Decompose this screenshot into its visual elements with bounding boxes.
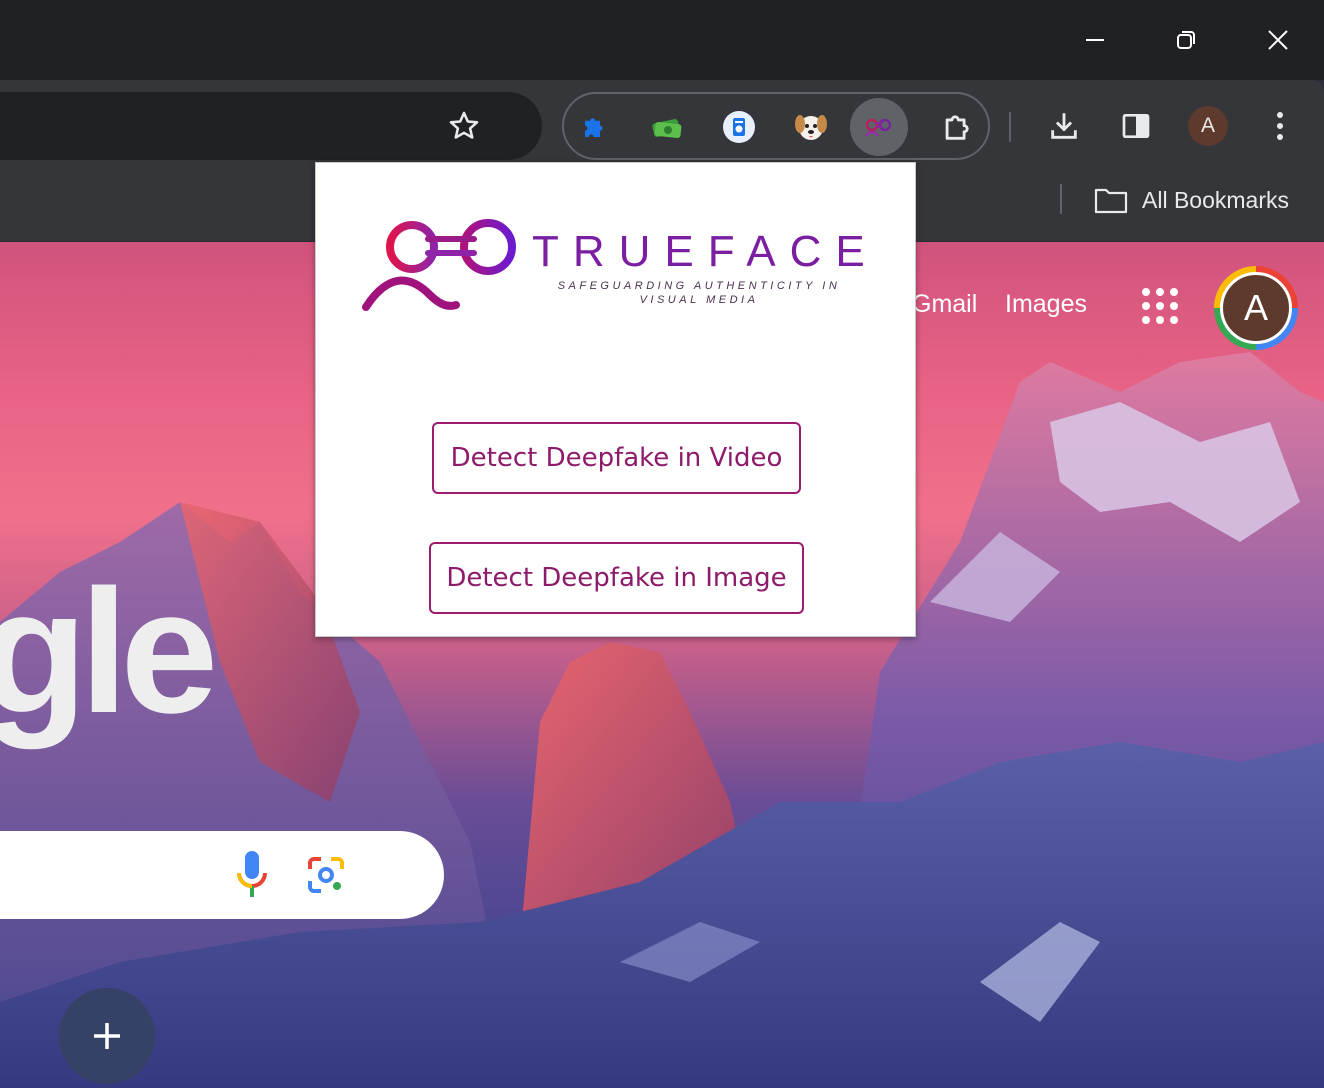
all-bookmarks-label: All Bookmarks bbox=[1142, 186, 1289, 213]
microphone-icon[interactable] bbox=[232, 847, 272, 903]
close-button[interactable] bbox=[1256, 18, 1300, 62]
downloads-button[interactable] bbox=[1042, 104, 1086, 148]
minimize-button[interactable] bbox=[1073, 18, 1117, 62]
trueface-brand: TRUEFACE SAFEGUARDING AUTHENTICITY IN VI… bbox=[362, 217, 882, 313]
document-scan-icon bbox=[723, 111, 755, 143]
trueface-tagline: SAFEGUARDING AUTHENTICITY IN VISUAL MEDI… bbox=[554, 279, 844, 307]
google-account-avatar[interactable]: A bbox=[1214, 266, 1298, 350]
extension-dog[interactable] bbox=[782, 98, 840, 156]
google-apps-icon[interactable] bbox=[1140, 286, 1180, 326]
images-link[interactable]: Images bbox=[1005, 290, 1087, 319]
plus-icon bbox=[94, 1023, 120, 1049]
browser-menu-button[interactable] bbox=[1258, 104, 1302, 148]
tagline-line-1: SAFEGUARDING AUTHENTICITY IN bbox=[557, 280, 841, 292]
trueface-icon bbox=[865, 118, 892, 137]
dog-face-icon bbox=[795, 115, 827, 140]
puzzle-blue-icon bbox=[585, 118, 603, 137]
pinned-extensions bbox=[562, 92, 990, 160]
gmail-link[interactable]: Gmail bbox=[912, 290, 977, 319]
star-outline-icon bbox=[449, 111, 479, 139]
restore-button[interactable] bbox=[1164, 18, 1208, 62]
trueface-logo-icon bbox=[362, 219, 516, 311]
trueface-brand-name: TRUEFACE bbox=[532, 227, 879, 276]
google-logo: gle bbox=[0, 554, 218, 750]
extensions-menu-button[interactable] bbox=[928, 98, 986, 156]
account-avatar-letter: A bbox=[1220, 272, 1292, 344]
extension-trueface[interactable] bbox=[850, 98, 908, 156]
profile-avatar[interactable]: A bbox=[1188, 106, 1228, 146]
minimize-icon bbox=[1086, 39, 1104, 41]
toolbar-separator bbox=[1009, 112, 1011, 142]
money-stack-icon bbox=[652, 119, 682, 139]
close-icon bbox=[1268, 30, 1288, 50]
bookmarks-separator bbox=[1060, 184, 1062, 214]
extensions-puzzle-icon bbox=[945, 115, 969, 140]
search-box[interactable] bbox=[0, 831, 444, 919]
browser-toolbar: A bbox=[0, 80, 1324, 172]
window-titlebar bbox=[0, 0, 1324, 80]
restore-icon bbox=[1177, 31, 1195, 49]
add-shortcut-button[interactable] bbox=[59, 988, 155, 1084]
google-lens-icon[interactable] bbox=[306, 855, 346, 895]
detect-deepfake-video-button[interactable]: Detect Deepfake in Video bbox=[432, 422, 801, 494]
detect-deepfake-image-button[interactable]: Detect Deepfake in Image bbox=[429, 542, 804, 614]
kebab-menu-icon bbox=[1277, 112, 1283, 140]
extension-document-scan[interactable] bbox=[710, 98, 768, 156]
side-panel-button[interactable] bbox=[1114, 104, 1158, 148]
download-icon bbox=[1051, 113, 1077, 139]
side-panel-icon bbox=[1122, 114, 1150, 138]
folder-icon bbox=[1094, 188, 1128, 214]
address-bar[interactable] bbox=[0, 92, 542, 160]
all-bookmarks-button[interactable]: All Bookmarks bbox=[1094, 184, 1289, 216]
tagline-line-2: VISUAL MEDIA bbox=[639, 294, 759, 306]
trueface-popup: TRUEFACE SAFEGUARDING AUTHENTICITY IN VI… bbox=[315, 162, 916, 637]
bookmark-star-button[interactable] bbox=[440, 106, 488, 146]
extension-puzzle-blue[interactable] bbox=[566, 98, 624, 156]
extension-money[interactable] bbox=[638, 98, 696, 156]
